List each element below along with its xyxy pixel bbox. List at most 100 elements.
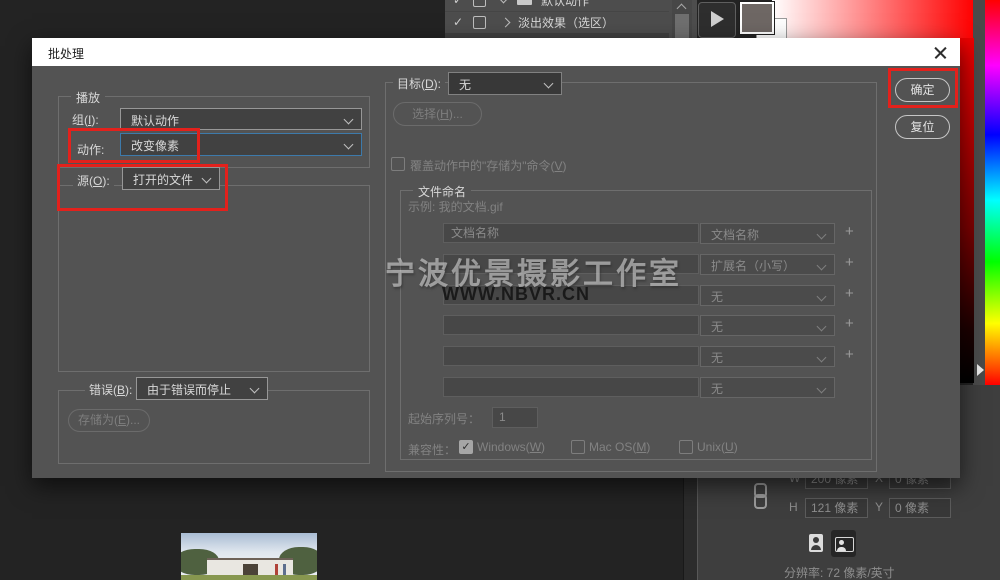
color-picker-saturation-field[interactable] [772, 0, 974, 38]
scrollbar-thumb[interactable] [675, 14, 689, 38]
landscape-orientation-button[interactable] [831, 530, 856, 557]
chevron-down-icon [544, 79, 554, 89]
add-field-button[interactable]: + [845, 285, 854, 302]
y-label: Y [875, 500, 883, 514]
y-field[interactable]: 0 像素 [889, 498, 951, 518]
file-naming-input[interactable] [443, 315, 699, 335]
watermark-url: WWW.NBVR.CN [442, 284, 590, 305]
serial-label: 起始序列号： [408, 410, 480, 427]
check-icon[interactable]: ✓ [451, 15, 465, 29]
serial-input[interactable]: 1 [492, 407, 538, 428]
link-dimensions-icon[interactable] [752, 483, 766, 509]
error-label: 错误(B): [85, 381, 136, 398]
file-naming-dropdown[interactable]: 无 [700, 285, 835, 306]
file-naming-input[interactable] [443, 377, 699, 397]
chevron-down-icon [817, 261, 827, 271]
file-naming-input[interactable] [443, 346, 699, 366]
play-group-legend: 播放 [71, 89, 105, 106]
actions-panel: ✓ 默认动作 ✓ 淡出效果（选区） [445, 0, 697, 38]
add-field-button[interactable]: + [845, 254, 854, 271]
compat-checkbox[interactable] [571, 440, 585, 454]
error-dropdown[interactable]: 由于错误而停止 [136, 377, 268, 400]
file-naming-dropdown[interactable]: 无 [700, 315, 835, 336]
dialog-toggle-icon[interactable] [473, 0, 486, 7]
play-action-button[interactable] [698, 2, 736, 38]
portrait-icon [809, 534, 823, 552]
compat-checkbox-label: Mac OS(M) [589, 440, 650, 454]
resolution-readout: 分辨率: 72 像素/英寸 [784, 564, 895, 580]
annotation-ok-highlight [888, 68, 958, 108]
compat-checkbox[interactable] [679, 440, 693, 454]
reset-button[interactable]: 复位 [895, 115, 950, 139]
file-naming-dropdown-value: 无 [711, 318, 723, 335]
canvas-image-house [181, 533, 317, 580]
file-naming-dropdown[interactable]: 无 [700, 377, 835, 398]
height-field[interactable]: 121 像素 [805, 498, 868, 518]
photoshop-screen: ✓ 默认动作 ✓ 淡出效果（选区） W 200 像素 X 0 像素 [0, 0, 1000, 580]
file-naming-dropdown-value: 扩展名（小写） [711, 257, 795, 274]
file-naming-dropdown-value: 文档名称 [711, 226, 759, 243]
actions-scrollbar[interactable] [672, 0, 692, 38]
file-naming-input[interactable]: 文档名称 [443, 223, 699, 243]
compat-label: 兼容性： [408, 441, 456, 458]
chevron-down-icon [817, 353, 827, 363]
file-naming-dropdown-value: 无 [711, 288, 723, 305]
file-naming-dropdown[interactable]: 扩展名（小写） [700, 254, 835, 275]
chevron-down-icon [817, 292, 827, 302]
chevron-down-icon[interactable] [499, 0, 509, 3]
chevron-right-icon[interactable] [501, 17, 511, 27]
hue-slider-arrow-icon[interactable] [977, 364, 984, 376]
chevron-down-icon [817, 384, 827, 394]
compatibility-options: ✓ Windows(W) Mac OS(M) Unix(U) [459, 439, 859, 455]
close-icon[interactable] [934, 46, 948, 60]
file-naming-dropdown[interactable]: 文档名称 [700, 223, 835, 244]
destination-dropdown[interactable]: 无 [448, 72, 562, 95]
dialog-titlebar[interactable]: 批处理 [32, 38, 960, 66]
file-naming-dropdown-value: 无 [711, 349, 723, 366]
destination-value: 无 [459, 76, 471, 93]
color-picker-saturation-edge[interactable] [960, 38, 974, 383]
example-text: 示例: 我的文档.gif [408, 198, 503, 215]
portrait-orientation-button[interactable] [804, 530, 829, 557]
chevron-down-icon [817, 230, 827, 240]
compat-checkbox[interactable]: ✓ [459, 440, 473, 454]
foreground-color-swatch[interactable] [740, 2, 774, 34]
set-dropdown[interactable]: 默认动作 [120, 108, 362, 130]
annotation-action-highlight [68, 128, 200, 163]
action-label[interactable]: 淡出效果（选区） [518, 14, 614, 31]
add-field-button[interactable]: + [845, 315, 854, 332]
grass [181, 575, 317, 580]
add-field-button[interactable]: + [845, 346, 854, 363]
annotation-source-highlight [57, 164, 228, 211]
action-set-label[interactable]: 默认动作 [541, 0, 589, 9]
dialog-toggle-icon[interactable] [473, 16, 486, 29]
chevron-down-icon [817, 322, 827, 332]
file-naming-dropdown[interactable]: 无 [700, 346, 835, 367]
height-label: H [789, 500, 798, 514]
chevron-down-icon [250, 384, 260, 394]
override-checkbox[interactable] [391, 157, 405, 171]
color-picker-hue-bar[interactable] [985, 0, 1000, 385]
chevron-down-icon [344, 140, 354, 150]
check-icon[interactable]: ✓ [451, 0, 465, 7]
set-label: 组(I): [72, 111, 99, 128]
file-naming-dropdown-value: 无 [711, 380, 723, 397]
error-value: 由于错误而停止 [147, 381, 231, 398]
source-group [58, 185, 370, 372]
play-icon [711, 11, 724, 27]
chevron-down-icon [344, 115, 354, 125]
destination-label: 目标(D): [393, 75, 445, 92]
override-checkbox-label: 覆盖动作中的"存储为"命令(V) [410, 157, 567, 174]
choose-button[interactable]: 选择(H)... [393, 102, 482, 126]
landscape-icon [835, 537, 854, 552]
add-field-button[interactable]: + [845, 223, 854, 240]
folder-icon [517, 0, 532, 5]
save-as-button[interactable]: 存储为(E)... [68, 409, 150, 432]
dialog-title: 批处理 [48, 45, 84, 62]
compat-checkbox-label: Unix(U) [697, 440, 738, 454]
action-row[interactable]: ✓ 淡出效果（选区） [445, 11, 669, 34]
compat-checkbox-label: Windows(W) [477, 440, 545, 454]
chain-bottom [754, 494, 767, 509]
set-value: 默认动作 [131, 112, 179, 129]
scroll-up-icon[interactable] [677, 4, 687, 14]
